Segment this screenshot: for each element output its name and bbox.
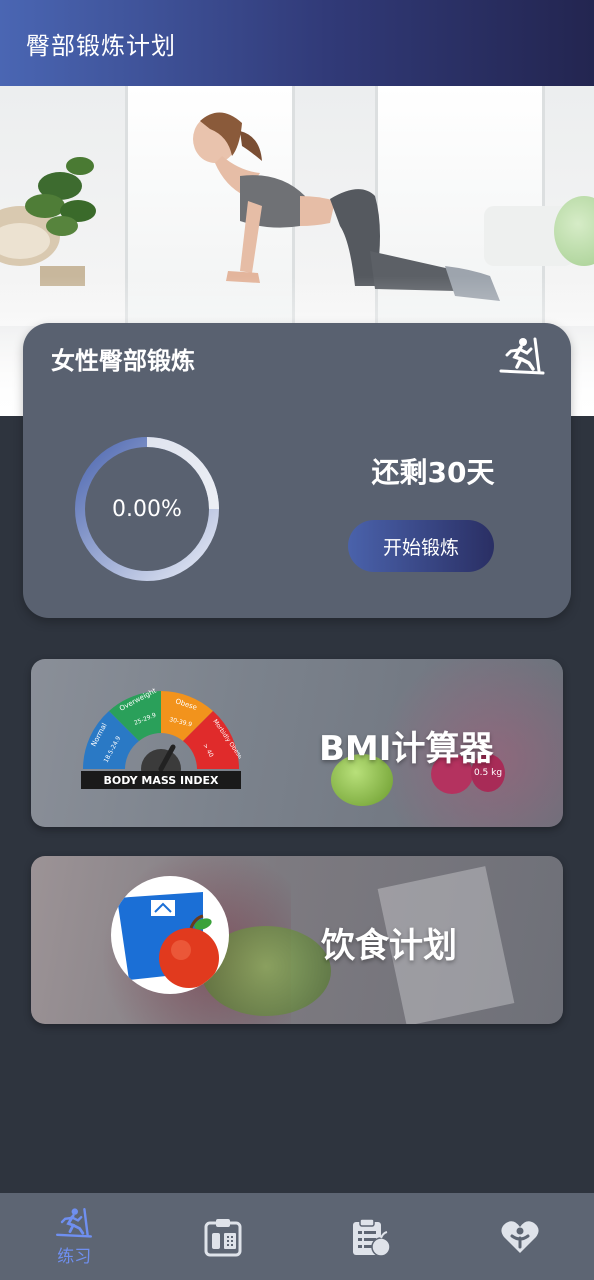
nav-label-exercise: 练习 — [57, 1247, 92, 1267]
app-bar: 臀部锻炼计划 — [0, 0, 594, 86]
diet-plan-label: 饮食计划 — [321, 926, 457, 966]
card-title: 女性臀部锻炼 — [51, 347, 195, 375]
health-heart-icon — [501, 1220, 539, 1253]
plant-illustration — [0, 157, 96, 286]
bmi-calculator-label: BMI计算器 — [319, 729, 494, 769]
bmi-gauge-icon: Normal Overweight Obese Morbidly Obese 1… — [81, 687, 241, 789]
scale-apple-graphic — [117, 892, 219, 988]
app-title: 臀部锻炼计划 — [26, 31, 176, 60]
nav-item-exercise[interactable]: 练习 — [0, 1193, 149, 1280]
workout-progress-card[interactable]: 女性臀部锻炼 0.00% 还剩30天 开始锻炼 — [23, 323, 571, 618]
progress-ring: 0.00% — [71, 433, 223, 585]
treadmill-icon — [56, 1208, 93, 1238]
days-remaining: 还剩30天 — [371, 456, 495, 489]
nav-item-diet[interactable] — [297, 1193, 446, 1280]
scale-apple-icon — [111, 876, 229, 994]
gauge-title: BODY MASS INDEX — [104, 774, 219, 787]
bottom-navigation: 练习 — [0, 1193, 594, 1280]
scale-clipboard-icon — [204, 1218, 242, 1256]
diet-plan-card[interactable]: 饮食计划 — [31, 856, 563, 1024]
nav-item-health[interactable] — [446, 1193, 594, 1280]
bmi-calculator-card[interactable]: 0.5 kg Normal Overweight Obese Morbidly … — [31, 659, 563, 827]
nav-item-bmi[interactable] — [149, 1193, 298, 1280]
progress-percent: 0.00% — [112, 496, 182, 522]
start-workout-button[interactable]: 开始锻炼 — [348, 520, 494, 572]
diet-clipboard-icon — [353, 1217, 391, 1257]
treadmill-icon — [499, 337, 545, 375]
